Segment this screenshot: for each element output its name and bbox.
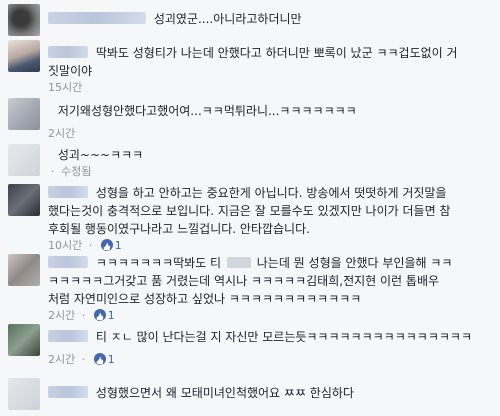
comment-meta: 10시간 · 1 xyxy=(48,238,492,254)
meta-separator: · xyxy=(88,239,93,252)
avatar[interactable] xyxy=(8,98,40,130)
commenter-name[interactable] xyxy=(48,46,88,58)
comment-timestamp[interactable]: 2시간 xyxy=(48,309,75,322)
comment-item: 성형을 하고 안하고는 중요한게 아닙니다. 방송에서 떳떳하게 거짓말을 했다… xyxy=(0,184,500,252)
avatar[interactable] xyxy=(8,40,40,72)
comment-timestamp[interactable]: 15시간 xyxy=(48,81,82,94)
comment-meta: · 수정됨 xyxy=(48,164,492,180)
comment-item: 성형했으면서 왜 모태미녀인척했어요 ㅉㅉ 한심하다 xyxy=(0,378,500,412)
avatar[interactable] xyxy=(8,378,40,410)
meta-separator: · xyxy=(81,353,86,366)
avatar[interactable] xyxy=(8,4,40,36)
comment-text-line: 나는데 뭔 성형을 안했다 부인을해 ㅋㅋ xyxy=(256,256,453,270)
comment-item: 딱봐도 성형티가 나는데 안했다고 하더니만 뽀록이 났군 ㅋㅋ겁도없이 거 짓… xyxy=(0,40,500,98)
comment-text-line: ㅋㅋㅋㅋㅋ그거갖고 품 거렸는데 역시나 ㅋㅋㅋㅋㅋ김태희,전지현 이런 톱배우 xyxy=(48,274,440,288)
avatar[interactable] xyxy=(8,324,40,356)
comment-meta: 2시간 · 1 xyxy=(48,308,492,324)
like-count[interactable]: 1 xyxy=(115,239,122,252)
comment-text-line: 성형을 하고 안하고는 중요한게 아닙니다. 방송에서 떳떳하게 거짓말을 xyxy=(95,186,447,200)
comment-item: 성괴였군....아니라고하더니만 xyxy=(0,4,500,36)
thumbs-up-icon xyxy=(100,239,113,251)
comment-meta: 2시간 xyxy=(48,126,492,142)
comment-text: 티 ㅈㄴ 많이 난다는걸 지 자신만 모르는듯ㅋㅋㅋㅋㅋㅋㅋㅋㅋㅋㅋㅋㅋㅋㅋ xyxy=(95,330,472,344)
comment-text-line: 처럼 자연미인으로 성장하고 싶었나 ㅋㅋㅋㅋㅋㅋㅋㅋㅋㅋㅋㅋ xyxy=(48,292,362,306)
commenter-name[interactable] xyxy=(48,148,50,160)
comment-text-line: 후회될 행동이였구나라고 느낄겁니다. 안타깝습니다. xyxy=(48,222,310,236)
commenter-name[interactable] xyxy=(48,256,88,268)
comment-text: 성괴~~~ㅋㅋㅋ xyxy=(57,148,144,162)
comment-item: 티 ㅈㄴ 많이 난다는걸 지 자신만 모르는듯ㅋㅋㅋㅋㅋㅋㅋㅋㅋㅋㅋㅋㅋㅋㅋ 2… xyxy=(0,324,500,372)
comment-meta: 15시간 xyxy=(48,80,492,96)
comment-item: 저기왜성형안했다고했어여...ㅋㅋ먹튀라니...ㅋㅋㅋㅋㅋㅋㅋ 2시간 xyxy=(0,98,500,144)
avatar[interactable] xyxy=(8,254,40,286)
comment-timestamp[interactable]: 2시간 xyxy=(48,127,75,140)
commenter-name[interactable] xyxy=(48,186,88,198)
comment-timestamp[interactable]: 2시간 xyxy=(48,353,75,366)
comment-text-line: ㅋㅋㅋㅋㅋㅋㅋ딱봐도 티 xyxy=(95,256,222,270)
comment-timestamp[interactable]: 10시간 xyxy=(48,239,82,252)
comment-text: 성괴였군....아니라고하더니만 xyxy=(153,12,302,26)
like-count[interactable]: 1 xyxy=(108,353,115,366)
comment-text: 성형했으면서 왜 모태미녀인척했어요 ㅉㅉ 한심하다 xyxy=(95,386,354,400)
comment-item: 성괴~~~ㅋㅋㅋ · 수정됨 xyxy=(0,144,500,184)
comment-item: ㅋㅋㅋㅋㅋㅋㅋ딱봐도 티 나는데 뭔 성형을 안했다 부인을해 ㅋㅋ ㅋㅋㅋㅋㅋ… xyxy=(0,254,500,322)
commenter-name[interactable] xyxy=(48,386,88,398)
commenter-name[interactable] xyxy=(48,104,50,116)
comment-text: 저기왜성형안했다고했어여...ㅋㅋ먹튀라니...ㅋㅋㅋㅋㅋㅋㅋ xyxy=(57,104,357,118)
edited-label[interactable]: 수정됨 xyxy=(61,165,91,178)
comment-text-line: 짓말이야 xyxy=(48,64,93,78)
comment-text-line: 딱봐도 성형티가 나는데 안했다고 하더니만 뽀록이 났군 ㅋㅋ겁도없이 거 xyxy=(95,46,458,60)
thumbs-up-icon xyxy=(93,353,106,365)
redacted-text xyxy=(226,257,251,268)
commenter-name[interactable] xyxy=(48,12,146,24)
meta-separator: · xyxy=(81,309,86,322)
commenter-name[interactable] xyxy=(48,330,88,342)
avatar[interactable] xyxy=(8,184,40,216)
comment-text-line: 했다는것이 충격적으로 보입니다. 지금은 잘 모를수도 있겠지만 나이가 더들… xyxy=(48,204,451,218)
avatar[interactable] xyxy=(8,144,40,176)
thumbs-up-icon xyxy=(93,309,106,321)
comment-feed: 성괴였군....아니라고하더니만 딱봐도 성형티가 나는데 안했다고 하더니만 … xyxy=(0,0,500,416)
comment-meta: 2시간 · 1 xyxy=(48,352,492,368)
like-count[interactable]: 1 xyxy=(108,309,115,322)
meta-separator: · xyxy=(51,165,55,178)
